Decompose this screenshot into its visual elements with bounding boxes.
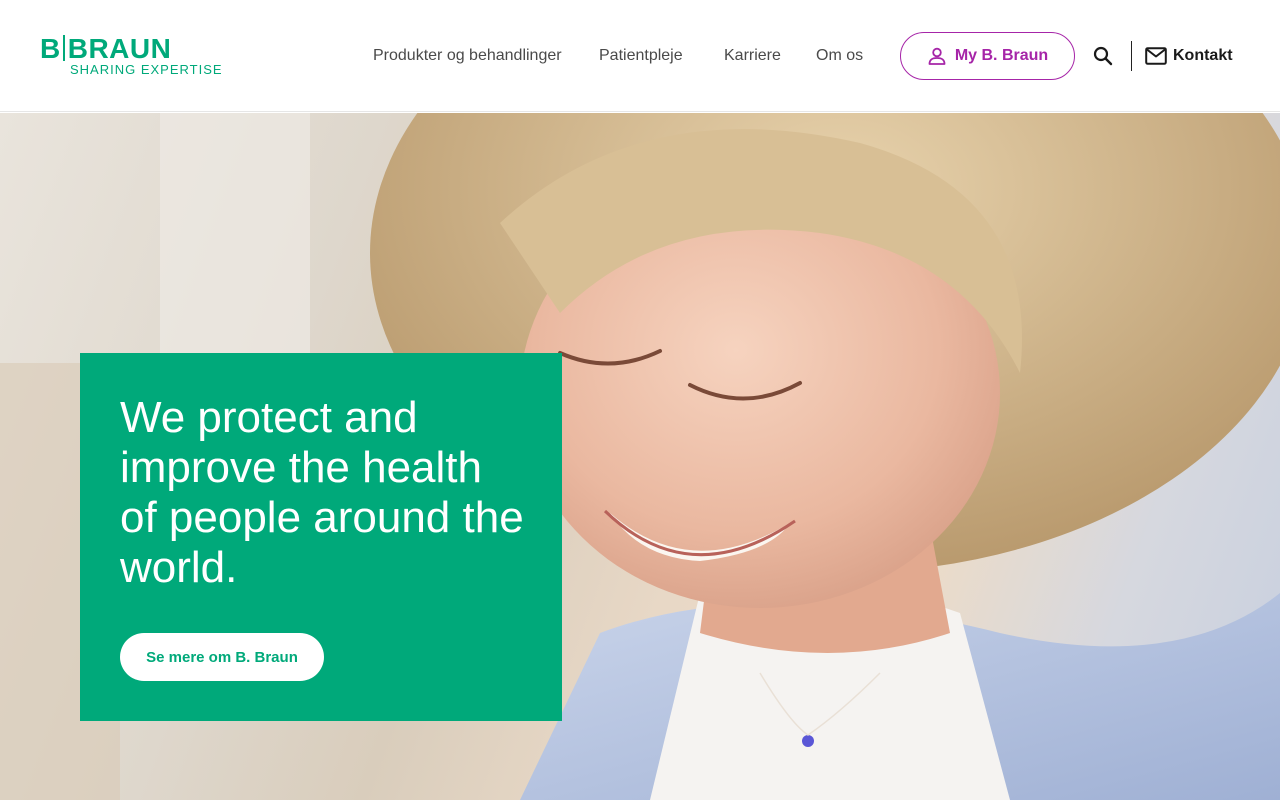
search-icon xyxy=(1093,46,1113,66)
nav-item-patient-care[interactable]: Patientpleje xyxy=(599,45,683,67)
nav-item-careers[interactable]: Karriere xyxy=(724,45,781,67)
hero-title: We protect and improve the health of peo… xyxy=(120,393,524,592)
contact-link[interactable]: Kontakt xyxy=(1145,43,1233,69)
my-bbraun-label: My B. Braun xyxy=(954,47,1049,64)
search-button[interactable] xyxy=(1090,43,1116,69)
nav-item-about[interactable]: Om os xyxy=(816,45,863,67)
hero-image: We protect and improve the health of peo… xyxy=(0,113,1280,800)
bbraun-logo[interactable]: B BRAUN SHARING EXPERTISE xyxy=(40,33,222,80)
logo-wordmark: B BRAUN xyxy=(40,33,172,64)
logo-tagline: SHARING EXPERTISE xyxy=(70,62,223,77)
site-header: B BRAUN SHARING EXPERTISE Produkter og be… xyxy=(0,0,1280,112)
hero-teaser-panel: We protect and improve the health of peo… xyxy=(80,353,562,721)
learn-more-button[interactable]: Se mere om B. Braun xyxy=(120,633,324,681)
contact-label: Kontakt xyxy=(1173,47,1233,64)
header-divider xyxy=(1131,41,1132,71)
my-bbraun-button[interactable]: My B. Braun xyxy=(900,32,1075,80)
mail-icon xyxy=(1145,47,1167,65)
user-icon xyxy=(928,47,946,65)
nav-item-products[interactable]: Produkter og behandlinger xyxy=(373,45,562,67)
